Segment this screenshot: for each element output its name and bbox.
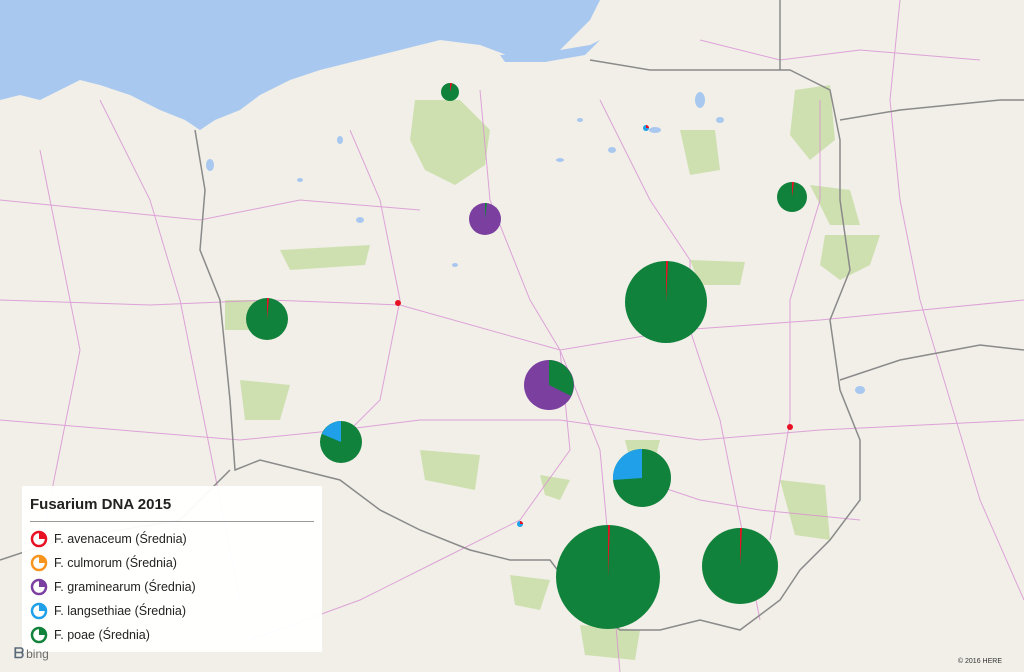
pie-marker-lodz[interactable] <box>524 360 574 410</box>
legend-item-label: F. langsethiae (Średnia) <box>54 604 187 618</box>
legend-item-label: F. culmorum (Średnia) <box>54 556 177 570</box>
pie-marker-kielce[interactable] <box>612 448 671 507</box>
map-legend: Fusarium DNA 2015 F. avenaceum (Średnia)… <box>22 486 322 652</box>
pie-marker-warsaw[interactable] <box>625 261 707 343</box>
legend-item[interactable]: F. culmorum (Średnia) <box>30 551 314 575</box>
legend-item[interactable]: F. poae (Średnia) <box>30 623 314 647</box>
pie-marker-olsztyn-dot[interactable] <box>643 125 649 131</box>
pie-marker-gdansk[interactable] <box>441 82 459 101</box>
pie-legend-icon <box>30 530 48 548</box>
bing-b-icon: ᗷ <box>14 645 25 661</box>
legend-title: Fusarium DNA 2015 <box>30 496 314 522</box>
map-copyright: © 2016 HERE <box>957 658 1002 665</box>
pie-legend-icon <box>30 578 48 596</box>
legend-items: F. avenaceum (Średnia) F. culmorum (Średn… <box>30 527 314 647</box>
pie-marker-east-dot[interactable] <box>787 424 793 430</box>
pie-marker-rzeszow[interactable] <box>702 528 778 604</box>
legend-item-label: F. poae (Średnia) <box>54 628 150 642</box>
legend-item[interactable]: F. graminearum (Średnia) <box>30 575 314 599</box>
pie-marker-bydgoszcz[interactable] <box>469 202 501 235</box>
legend-item-label: F. avenaceum (Średnia) <box>54 532 187 546</box>
pie-legend-icon <box>30 602 48 620</box>
pie-marker-poznan[interactable] <box>246 298 288 340</box>
pie-marker-krakow[interactable] <box>556 525 660 629</box>
pie-marker-bialystok[interactable] <box>777 181 807 212</box>
legend-item-label: F. graminearum (Średnia) <box>54 580 196 594</box>
pie-legend-icon <box>30 626 48 644</box>
legend-item[interactable]: F. avenaceum (Średnia) <box>30 527 314 551</box>
pie-legend-icon <box>30 554 48 572</box>
legend-item[interactable]: F. langsethiae (Średnia) <box>30 599 314 623</box>
pie-marker-wroclaw[interactable] <box>320 421 362 463</box>
pie-marker-katowice-dot[interactable] <box>517 521 523 527</box>
bing-logo: ᗷ bing <box>14 645 49 662</box>
bing-logo-text: bing <box>26 646 49 661</box>
pie-marker-small-west[interactable] <box>395 300 401 306</box>
